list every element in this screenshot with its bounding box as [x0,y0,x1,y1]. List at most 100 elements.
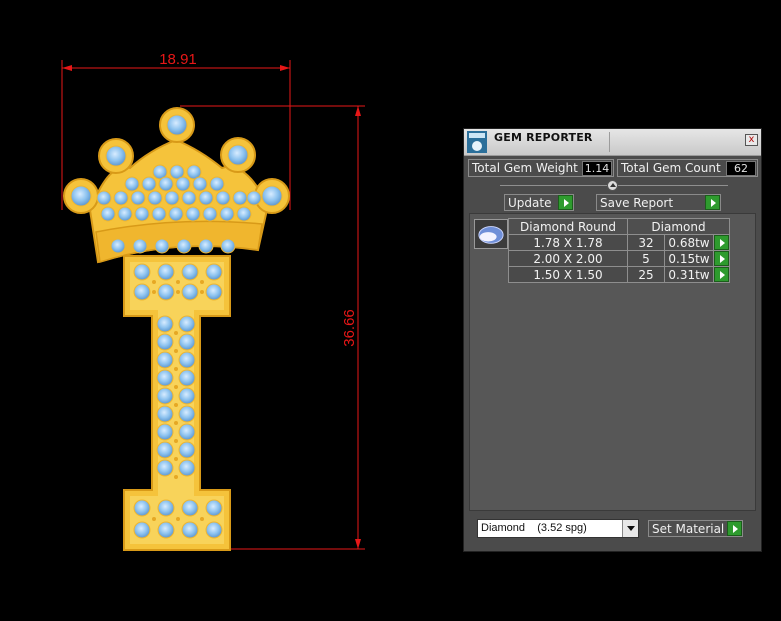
gem-stone [156,405,174,423]
gem-stone [156,333,174,351]
gem-stone [156,315,174,333]
total-count-value: 62 [726,161,756,176]
set-material-button[interactable]: Set Material [648,520,743,537]
gem-stone [151,206,167,222]
gem-stone [178,387,196,405]
prong [200,280,204,284]
gem-stone [236,206,252,222]
gem-stone [158,176,174,192]
update-button[interactable]: Update [504,194,574,211]
gem-table: Diamond Round Diamond 1.78 X 1.78 32 0.6… [508,218,730,283]
total-weight-label: Total Gem Weight [472,161,578,175]
prong [174,331,178,335]
splitter-handle[interactable] [607,180,618,191]
gem-stone [70,185,92,207]
gem-weight: 0.68tw [664,234,714,251]
gem-stone [133,521,151,539]
gem-stone [176,238,192,254]
gem-reporter-icon [467,131,487,153]
gem-stone [181,499,199,517]
chevron-down-icon[interactable] [622,520,638,537]
gem-stone [124,176,140,192]
gem-stone [117,206,133,222]
gem-count: 5 [627,250,665,267]
play-arrow-icon [558,195,573,210]
prong [176,280,180,284]
gem-stone [156,387,174,405]
gem-size: 2.00 X 2.00 [508,250,628,267]
gem-stone [185,206,201,222]
gem-stone [192,176,208,192]
crown-letter-pendant[interactable] [63,107,290,551]
table-row[interactable]: 2.00 X 2.00 5 0.15tw [508,250,730,267]
gem-stone [178,351,196,369]
row-select-button[interactable] [713,266,730,283]
total-count-box: Total Gem Count 62 [617,159,758,177]
gem-stone [205,521,223,539]
total-weight-value: 1.14 [582,161,612,176]
gem-stone [175,176,191,192]
close-button[interactable]: x [745,134,758,146]
gem-reporter-panel: GEM REPORTER x Total Gem Weight 1.14 Tot… [463,128,762,552]
gem-weight: 0.15tw [664,250,714,267]
table-row[interactable]: 1.50 X 1.50 25 0.31tw [508,266,730,283]
gem-stone [156,351,174,369]
material-dropdown[interactable]: Diamond (3.52 spg) [477,519,639,538]
gem-count: 25 [627,266,665,283]
gem-stone [156,459,174,477]
gem-stone [156,441,174,459]
set-material-button-label: Set Material [652,522,725,536]
gem-stone [181,263,199,281]
gem-stone [96,190,112,206]
play-arrow-icon [705,195,720,210]
update-button-label: Update [508,196,552,210]
gem-size: 1.78 X 1.78 [508,234,628,251]
gem-stone [164,190,180,206]
titlebar-divider [609,132,610,152]
prong [152,517,156,521]
play-arrow-icon [714,251,729,266]
gem-stone [105,145,127,167]
gem-stone [181,190,197,206]
gem-stone [168,206,184,222]
prong [174,367,178,371]
prong [176,290,180,294]
height-dimension-label: 36.66 [341,309,358,347]
column-header-shape: Diamond Round [508,218,628,235]
gem-stone [227,144,249,166]
play-arrow-icon [727,521,742,536]
prong [174,475,178,479]
total-weight-box: Total Gem Weight 1.14 [468,159,614,177]
gem-stone [133,283,151,301]
gem-stone [246,190,262,206]
prong [174,385,178,389]
gem-list-area[interactable]: Diamond Round Diamond 1.78 X 1.78 32 0.6… [469,213,756,511]
play-arrow-icon [714,235,729,250]
gem-stone [156,423,174,441]
gem-stone [178,333,196,351]
panel-titlebar[interactable]: GEM REPORTER x [464,129,761,156]
gem-stone [205,283,223,301]
gem-stone [178,315,196,333]
gem-stone [166,114,188,136]
row-select-button[interactable] [713,234,730,251]
table-row[interactable]: 1.78 X 1.78 32 0.68tw [508,234,730,251]
chevron-up-icon [610,183,616,187]
gem-stone [156,369,174,387]
gem-stone [178,369,196,387]
prong [174,457,178,461]
gem-stone [133,499,151,517]
gem-stone [154,238,170,254]
width-dimension-label: 18.91 [159,51,197,68]
gem-stone [110,238,126,254]
gem-stone [157,283,175,301]
gem-stone [202,206,218,222]
gem-stone [141,176,157,192]
prong [174,349,178,353]
row-select-button[interactable] [713,250,730,267]
gem-stone [205,499,223,517]
panel-title: GEM REPORTER [494,131,593,144]
gem-stone [219,206,235,222]
gem-stone [178,459,196,477]
save-report-button[interactable]: Save Report [596,194,721,211]
